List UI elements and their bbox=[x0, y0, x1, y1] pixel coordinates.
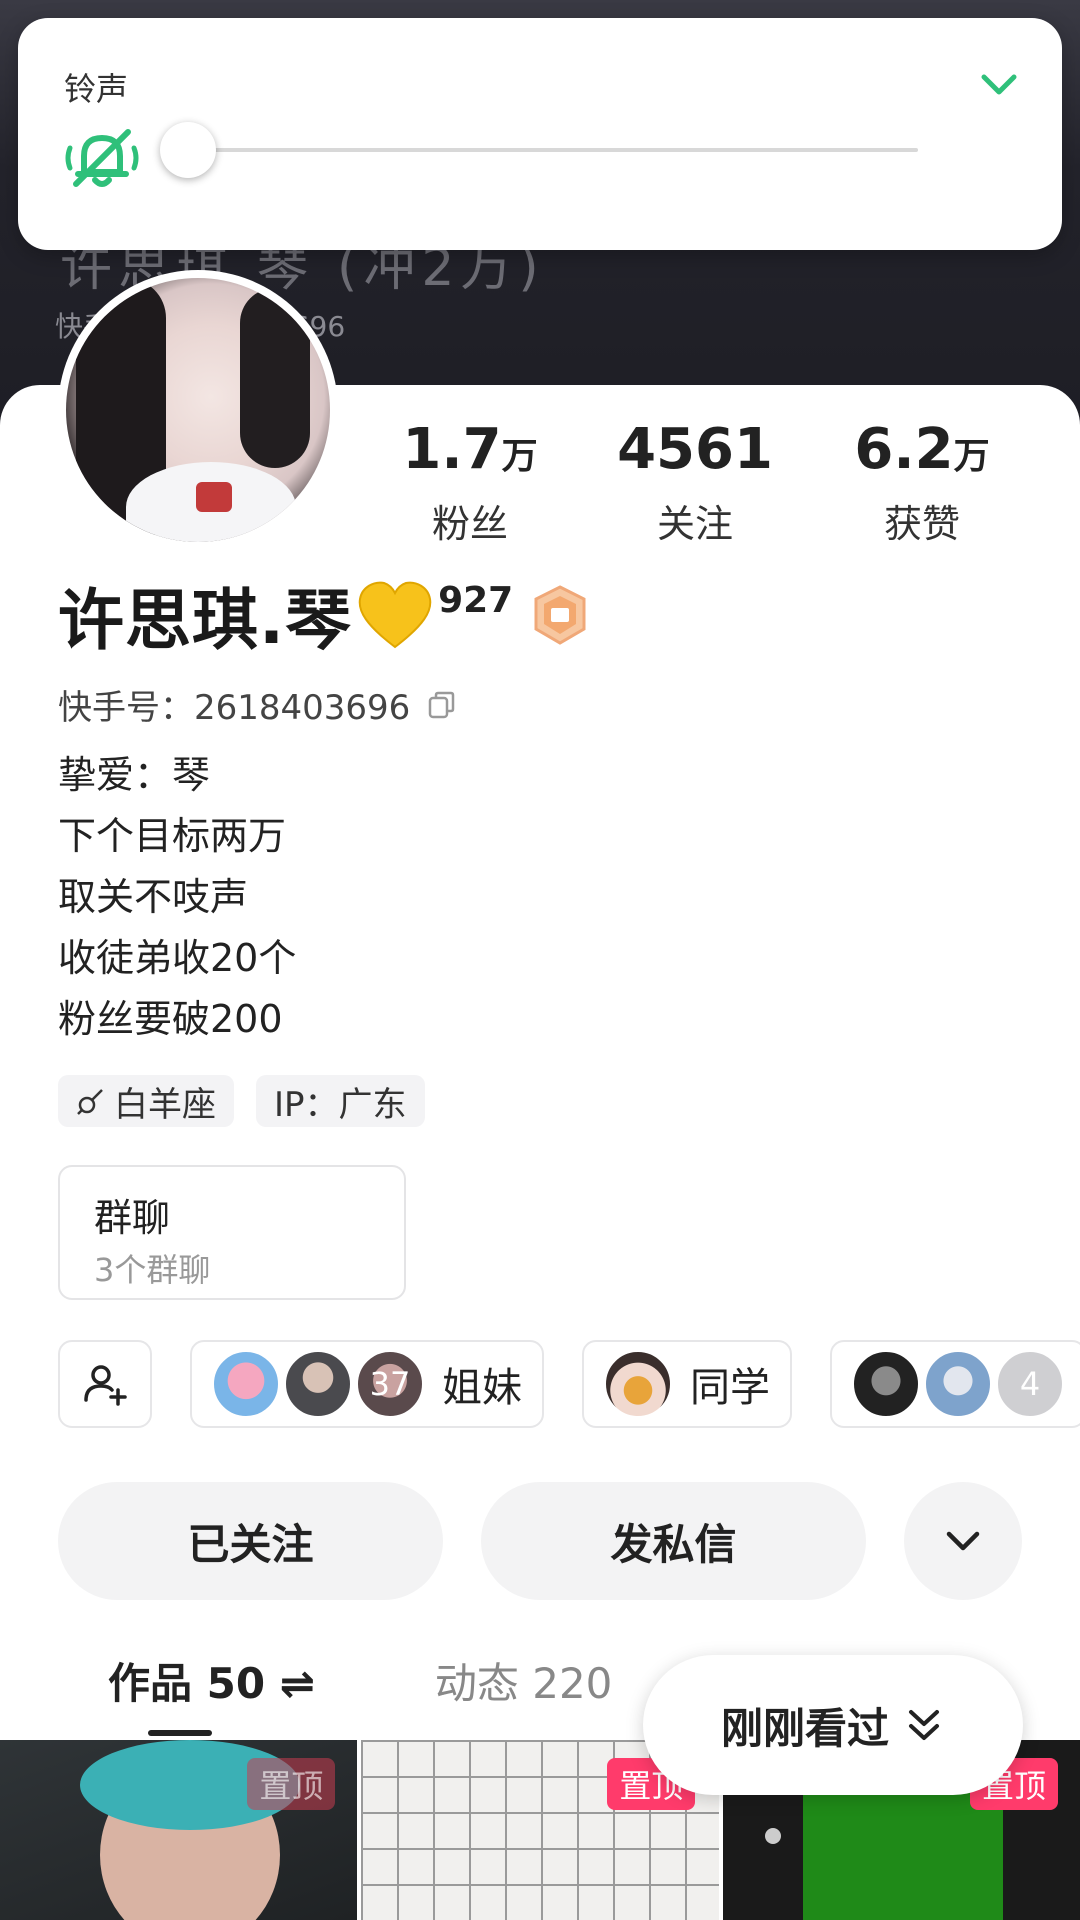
group-member-avatar bbox=[212, 1350, 280, 1418]
more-options-button[interactable] bbox=[904, 1482, 1022, 1600]
bio-line: 取关不吱声 bbox=[58, 875, 249, 919]
avatar[interactable] bbox=[58, 270, 338, 550]
group-chat-title: 群聊 bbox=[94, 1196, 171, 1240]
profile-actions: 已关注 发私信 bbox=[58, 1482, 1022, 1600]
send-message-button[interactable]: 发私信 bbox=[481, 1482, 866, 1600]
kuaishou-id: 快手号：2618403696 bbox=[58, 680, 458, 729]
badge-number: 927 bbox=[438, 579, 514, 621]
active-tab-indicator bbox=[148, 1730, 212, 1736]
stat-following[interactable]: 4561 关注 bbox=[595, 418, 795, 548]
double-chevron-down-icon bbox=[909, 1710, 939, 1740]
tab-works[interactable]: 作品 50 ⇌ bbox=[108, 1650, 315, 1711]
stat-following-label: 关注 bbox=[656, 502, 733, 546]
ringtone-slider-track[interactable] bbox=[188, 148, 918, 152]
group-member-avatar bbox=[852, 1350, 920, 1418]
profile-name: 许思琪.琴 bbox=[58, 582, 353, 659]
add-user-icon bbox=[84, 1365, 127, 1406]
tab-moments[interactable]: 动态 220 bbox=[435, 1650, 613, 1711]
recently-viewed-button[interactable]: 刚刚看过 bbox=[643, 1655, 1023, 1795]
copy-icon[interactable] bbox=[426, 689, 458, 721]
friend-group-sisters[interactable]: 37 姐妹 bbox=[190, 1340, 544, 1428]
bio-line: 粉丝要破200 bbox=[58, 997, 283, 1041]
chevron-down-icon bbox=[946, 1531, 980, 1551]
pinned-badge: 置顶 bbox=[247, 1758, 336, 1810]
group-chat-subtitle: 3个群聊 bbox=[94, 1251, 211, 1289]
group-chat-card[interactable]: 群聊 3个群聊 bbox=[58, 1165, 406, 1300]
stat-likes-unit: 万 bbox=[953, 436, 990, 477]
ringtone-label: 铃声 bbox=[64, 70, 129, 108]
stat-followers-label: 粉丝 bbox=[431, 502, 508, 546]
yellow-heart-icon bbox=[358, 581, 432, 649]
group-member-avatar bbox=[604, 1350, 672, 1418]
ringtone-slider-handle[interactable] bbox=[160, 122, 216, 178]
bio-line: 下个目标两万 bbox=[58, 814, 287, 858]
stat-likes-label: 获赞 bbox=[883, 502, 960, 546]
friend-group-classmates[interactable]: 同学 bbox=[582, 1340, 792, 1428]
bio-line: 挚爱：琴 bbox=[58, 753, 211, 797]
friend-group-other[interactable]: 4 bbox=[830, 1340, 1080, 1428]
friend-group-label: 同学 bbox=[690, 1365, 770, 1411]
bio-line: 收徒弟收20个 bbox=[58, 936, 297, 980]
stat-followers-unit: 万 bbox=[501, 436, 538, 477]
profile-name-row: 许思琪.琴 927 bbox=[58, 575, 591, 659]
bio: 挚爱：琴 下个目标两万 取关不吱声 收徒弟收20个 粉丝要破200 bbox=[58, 745, 296, 1050]
content-tabs: 作品 50 ⇌ 动态 220 bbox=[108, 1650, 612, 1711]
stat-following-value: 4561 bbox=[617, 417, 773, 482]
tag-ip-location: IP：广东 bbox=[256, 1075, 425, 1127]
friend-group-chips: 37 姐妹 同学 4 bbox=[58, 1340, 1080, 1428]
profile-tags: 白羊座 IP：广东 bbox=[58, 1075, 425, 1127]
friend-group-label: 姐妹 bbox=[442, 1365, 522, 1411]
tag-ip-label: IP：广东 bbox=[274, 1084, 407, 1125]
bell-off-icon[interactable] bbox=[62, 118, 142, 198]
stat-likes[interactable]: 6.2万 获赞 bbox=[822, 418, 1022, 548]
ringtone-volume-panel: 铃声 bbox=[18, 18, 1062, 250]
tag-zodiac-label: 白羊座 bbox=[114, 1084, 216, 1125]
recently-viewed-label: 刚刚看过 bbox=[720, 1703, 889, 1753]
work-thumbnail[interactable]: 置顶 bbox=[0, 1740, 358, 1920]
stat-followers-value: 1.7 bbox=[402, 417, 502, 482]
following-button[interactable]: 已关注 bbox=[58, 1482, 443, 1600]
group-member-avatar bbox=[924, 1350, 992, 1418]
tag-zodiac: 白羊座 bbox=[58, 1075, 234, 1127]
add-friend-button[interactable] bbox=[58, 1340, 152, 1428]
group-member-count: 37 bbox=[356, 1350, 424, 1418]
chevron-down-icon[interactable] bbox=[974, 60, 1024, 110]
group-member-count: 4 bbox=[996, 1350, 1064, 1418]
stat-likes-value: 6.2 bbox=[854, 417, 954, 482]
kuaishou-id-text: 快手号：2618403696 bbox=[58, 688, 411, 728]
medal-icon[interactable] bbox=[529, 584, 591, 646]
aries-icon bbox=[77, 1089, 103, 1115]
stat-followers[interactable]: 1.7万 粉丝 bbox=[370, 418, 570, 548]
group-member-avatar bbox=[284, 1350, 352, 1418]
